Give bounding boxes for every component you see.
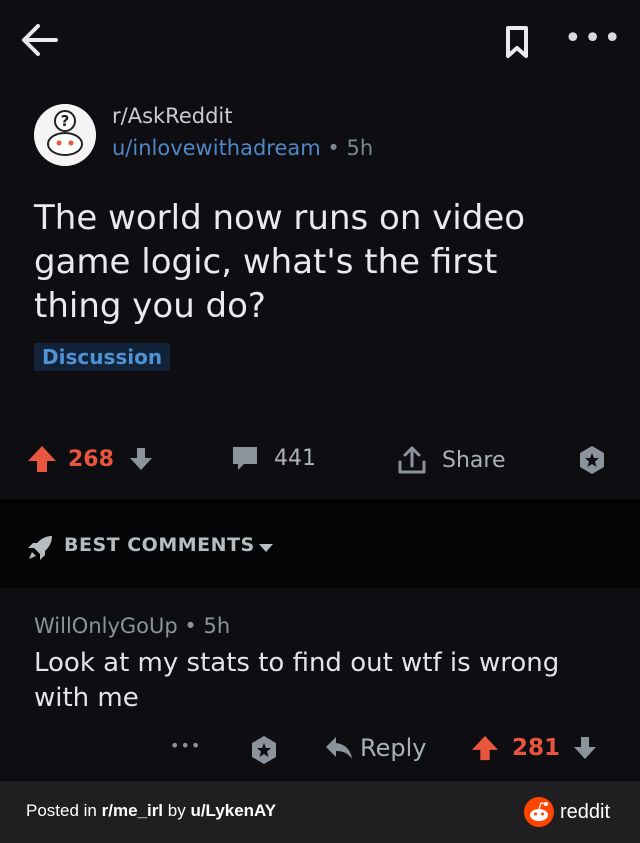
comment-icon bbox=[233, 447, 257, 470]
comment-score: 281 bbox=[512, 735, 561, 761]
subreddit-name[interactable]: r/AskReddit bbox=[112, 104, 232, 128]
downvote-icon[interactable] bbox=[572, 735, 598, 761]
post-author[interactable]: u/inlovewithadream bbox=[112, 136, 321, 160]
reply-icon bbox=[326, 737, 352, 759]
arrow-left-icon bbox=[22, 24, 58, 56]
award-icon[interactable] bbox=[248, 734, 280, 766]
upvote-icon[interactable] bbox=[470, 734, 500, 762]
award-button[interactable] bbox=[576, 444, 608, 476]
askreddit-logo-icon: ? bbox=[34, 104, 96, 166]
chevron-down-icon bbox=[259, 544, 273, 552]
reply-label: Reply bbox=[360, 734, 427, 762]
comment-author[interactable]: WillOnlyGoUp bbox=[34, 614, 178, 638]
footer-subreddit[interactable]: r/me_irl bbox=[102, 801, 163, 820]
top-bar: ••• bbox=[0, 0, 640, 80]
post-actions: 268 441 Share bbox=[0, 434, 640, 488]
reddit-alien-icon bbox=[524, 797, 554, 827]
comment-meta: WillOnlyGoUp • 5h bbox=[34, 614, 230, 638]
bookmark-icon bbox=[506, 26, 528, 58]
share-label: Share bbox=[442, 447, 506, 473]
footer-prefix: Posted in bbox=[26, 801, 102, 820]
comment-actions: ••• Reply 281 bbox=[0, 730, 640, 776]
comment-body: Look at my stats to find out wtf is wron… bbox=[34, 648, 560, 713]
subreddit-avatar[interactable]: ? bbox=[34, 104, 96, 166]
upvote-count: 268 bbox=[68, 446, 114, 472]
bookmark-button[interactable] bbox=[500, 24, 534, 60]
footer-user[interactable]: u/LykenAY bbox=[190, 801, 276, 820]
more-options-button[interactable]: ••• bbox=[564, 24, 621, 54]
post-meta: u/inlovewithadream • 5h bbox=[112, 136, 373, 160]
comment-count: 441 bbox=[274, 445, 316, 471]
comments-button[interactable]: 441 bbox=[230, 444, 316, 472]
comment-time: • 5h bbox=[184, 614, 231, 638]
rocket-icon bbox=[28, 536, 52, 560]
sort-label: BEST COMMENTS bbox=[64, 534, 255, 556]
svg-text:?: ? bbox=[61, 112, 70, 130]
comment-more-button[interactable]: ••• bbox=[170, 736, 201, 755]
reply-button[interactable]: Reply bbox=[324, 734, 426, 762]
back-button[interactable] bbox=[20, 22, 60, 58]
upvote-icon[interactable] bbox=[26, 444, 58, 474]
footer-credit: Posted in r/me_irl by u/LykenAY bbox=[26, 801, 276, 821]
post-title: The world now runs on video game logic, … bbox=[34, 198, 526, 326]
footer-bar: Posted in r/me_irl by u/LykenAY reddit bbox=[0, 781, 640, 843]
share-icon bbox=[398, 446, 426, 474]
comment-vote-group: 281 bbox=[470, 734, 598, 762]
post-time: • 5h bbox=[327, 136, 374, 160]
footer-by: by bbox=[163, 801, 191, 820]
reddit-logo: reddit bbox=[524, 797, 610, 827]
vote-group: 268 bbox=[26, 444, 154, 474]
award-icon bbox=[580, 446, 604, 474]
post-flair[interactable]: Discussion bbox=[34, 343, 171, 371]
downvote-icon[interactable] bbox=[128, 446, 154, 472]
reddit-wordmark: reddit bbox=[560, 800, 611, 823]
comment-sort-bar[interactable]: BEST COMMENTS bbox=[0, 502, 640, 588]
share-button[interactable]: Share bbox=[396, 444, 506, 476]
